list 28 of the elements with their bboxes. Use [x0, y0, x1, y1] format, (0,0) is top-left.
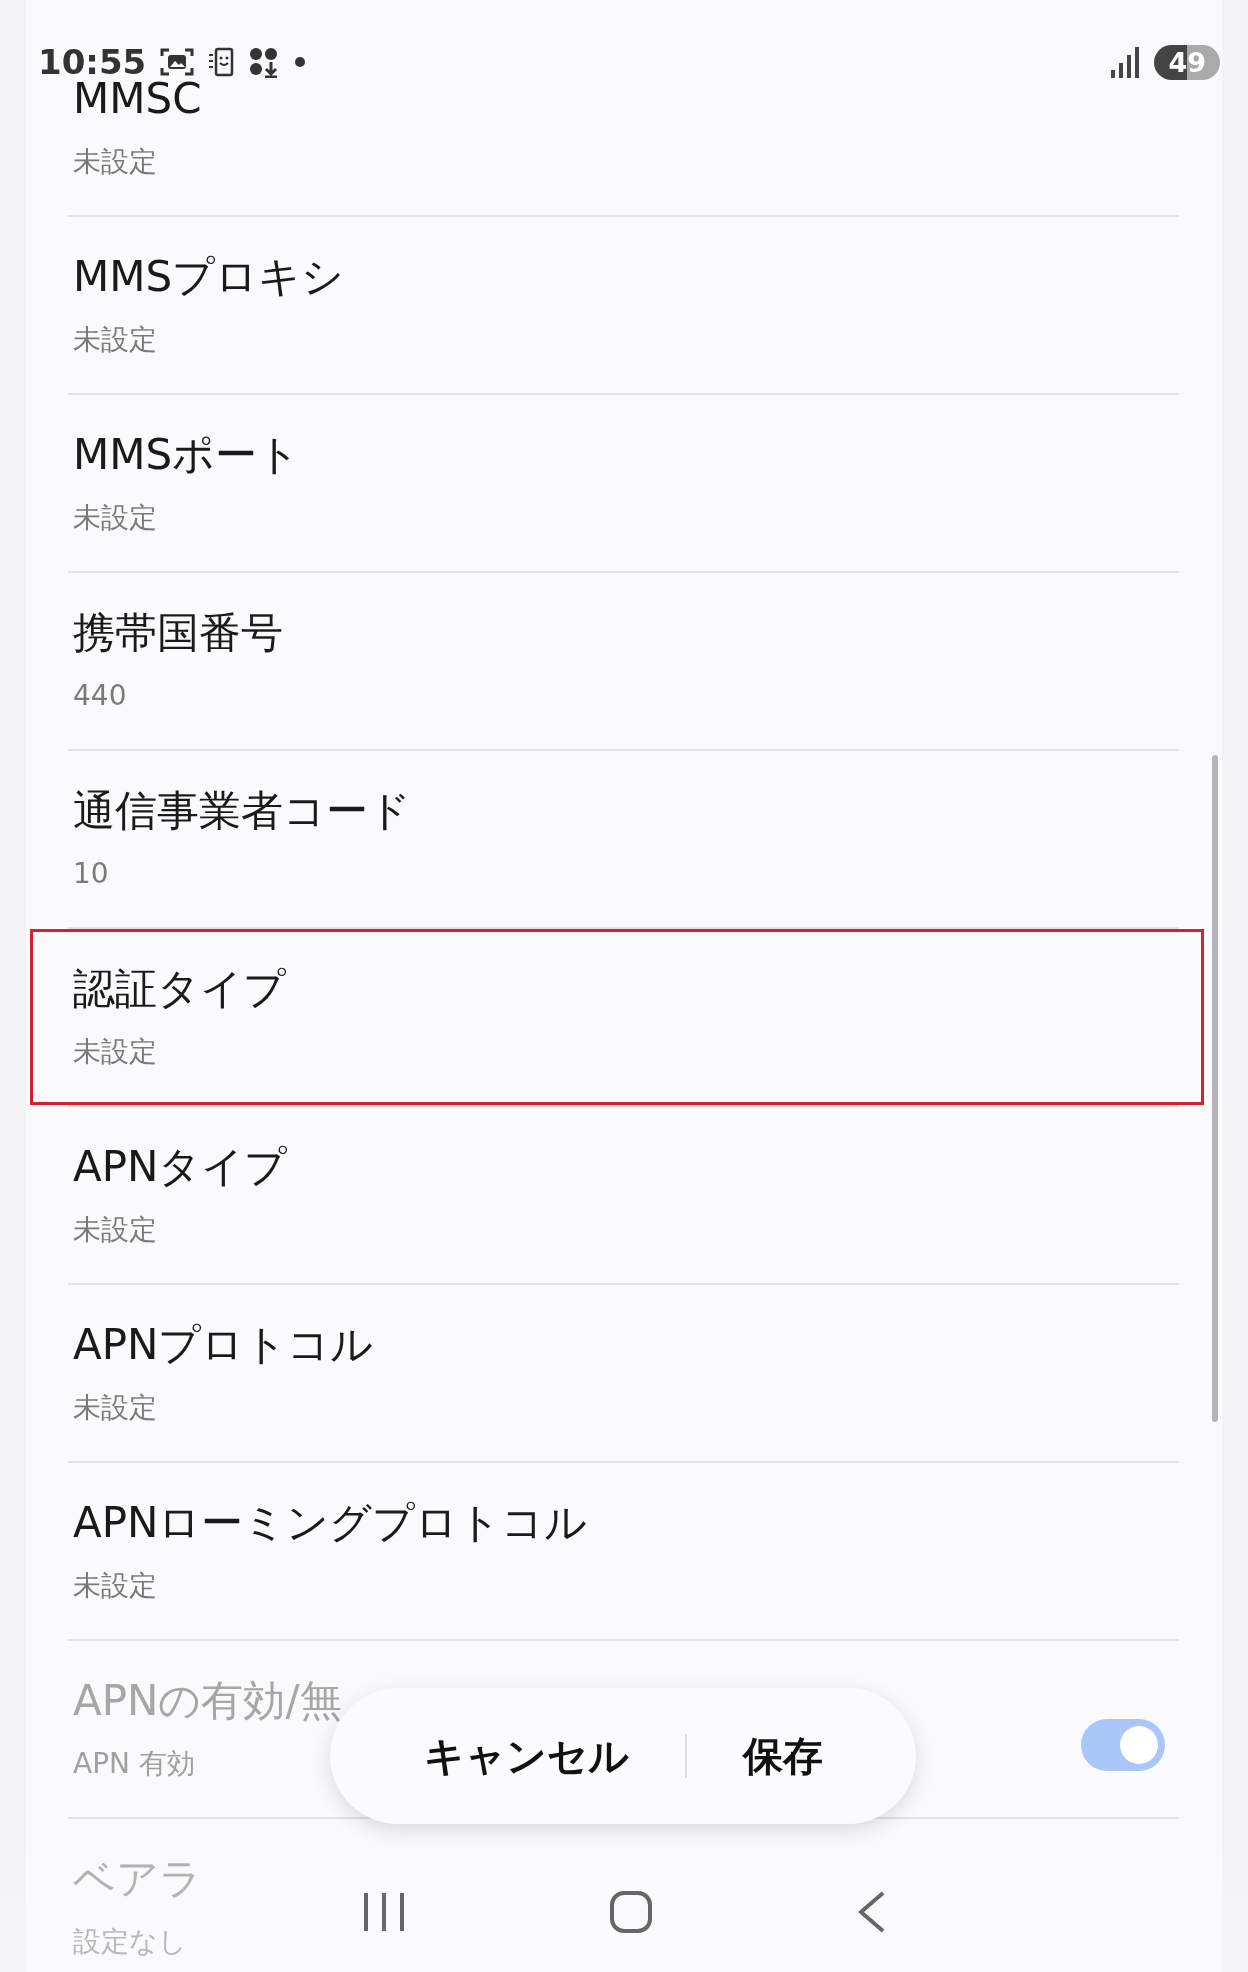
screenshot-icon: [160, 47, 195, 77]
home-icon[interactable]: [609, 1890, 653, 1934]
setting-title[interactable]: APNプロトコル: [73, 1319, 374, 1371]
setting-title[interactable]: 認証タイプ: [73, 963, 286, 1015]
setting-title[interactable]: APNローミングプロトコル: [73, 1497, 588, 1549]
setting-value: 未設定: [73, 500, 157, 536]
signal-icon: [1110, 46, 1141, 78]
setting-value: 未設定: [73, 1568, 157, 1604]
setting-value: 未設定: [73, 322, 157, 358]
setting-title[interactable]: 携帯国番号: [73, 607, 283, 659]
setting-value: 未設定: [73, 1212, 157, 1248]
phone-vibrate-icon: [208, 47, 235, 77]
setting-value: 未設定: [73, 144, 157, 180]
recent-apps-icon[interactable]: [361, 1891, 406, 1933]
action-button[interactable]: 保存: [720, 1718, 845, 1794]
setting-title[interactable]: MMSポート: [73, 429, 301, 481]
setting-value: 設定なし: [73, 1924, 187, 1960]
setting-value: 10: [73, 856, 109, 892]
setting-value: APN 有効: [73, 1746, 195, 1782]
setting-title[interactable]: MMSプロキシ: [73, 251, 345, 303]
setting-value: 未設定: [73, 1034, 157, 1070]
action-button[interactable]: キャンセル: [401, 1718, 651, 1794]
back-icon[interactable]: [856, 1890, 887, 1934]
setting-title[interactable]: 通信事業者コード: [73, 785, 411, 837]
notification-dot-icon: [294, 56, 307, 68]
setting-value: 未設定: [73, 1390, 157, 1426]
setting-title[interactable]: APNタイプ: [73, 1141, 288, 1193]
setting-value: 440: [73, 678, 127, 714]
